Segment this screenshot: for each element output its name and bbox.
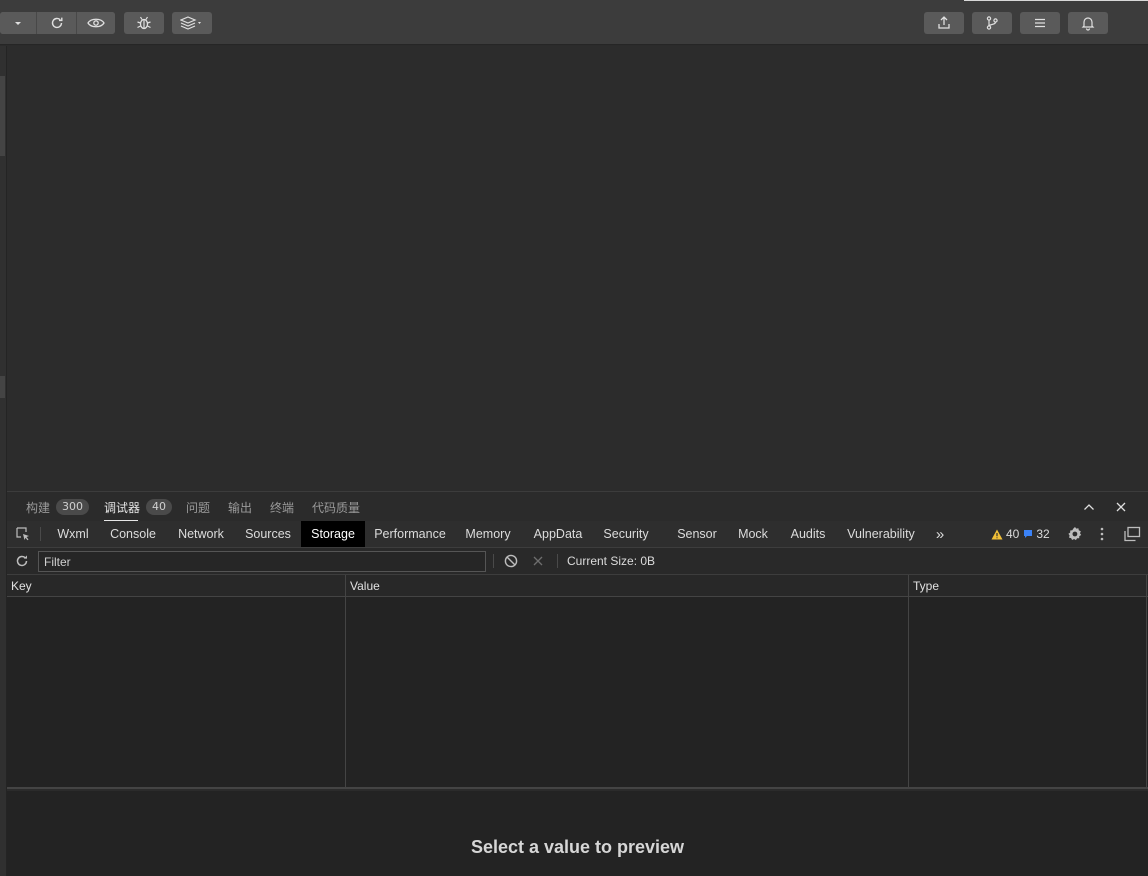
notification-button[interactable] <box>1068 12 1108 34</box>
refresh-storage-button[interactable] <box>14 553 30 569</box>
collapse-panel-button[interactable] <box>1081 499 1097 515</box>
mode-dropdown-button[interactable] <box>0 12 37 34</box>
tab-console[interactable]: Console <box>102 521 164 547</box>
tab-sources[interactable]: Sources <box>238 521 298 547</box>
tab-problems[interactable]: 问题 <box>186 492 210 522</box>
menu-icon <box>1035 18 1045 28</box>
undock-window-icon <box>1124 526 1141 542</box>
message-icon <box>1024 530 1033 538</box>
tab-debugger[interactable]: 调试器 40 <box>104 492 173 522</box>
warning-count: 40 <box>1006 527 1020 541</box>
close-panel-button[interactable] <box>1113 499 1129 515</box>
preview-button[interactable] <box>77 12 115 34</box>
simulator-area <box>7 46 1148 491</box>
kebab-menu-icon <box>1100 527 1104 541</box>
message-count: 32 <box>1036 527 1050 541</box>
branch-icon <box>986 16 998 30</box>
left-rail <box>0 46 7 876</box>
column-value-header[interactable]: Value <box>346 575 380 597</box>
tab-vulnerability[interactable]: Vulnerability <box>841 521 921 547</box>
top-toolbar <box>0 0 1148 45</box>
value-preview-pane: Select a value to preview <box>7 791 1148 876</box>
more-options-button[interactable] <box>1095 521 1109 547</box>
tab-build-label: 构建 <box>26 500 51 515</box>
tab-code-quality[interactable]: 代码质量 <box>312 492 360 522</box>
devtools-tab-bar: Wxml Console Network Sources Storage Per… <box>7 521 1148 548</box>
tab-build[interactable]: 构建 300 <box>26 492 90 522</box>
debug-button[interactable] <box>124 12 164 34</box>
toolbar-accent-line <box>964 0 1148 1</box>
upload-icon <box>938 16 950 29</box>
storage-table: Key Value Type <box>7 575 1148 789</box>
preview-eye-icon <box>87 18 105 28</box>
close-icon <box>533 556 543 566</box>
tab-terminal[interactable]: 终端 <box>270 492 294 522</box>
refresh-icon <box>51 17 62 29</box>
bell-icon <box>1081 17 1095 31</box>
undock-button[interactable] <box>1121 521 1143 547</box>
tab-storage[interactable]: Storage <box>301 521 365 547</box>
tab-output[interactable]: 输出 <box>228 492 252 522</box>
toolbar-separator <box>40 527 41 541</box>
more-tabs-button[interactable]: » <box>929 521 951 547</box>
left-rail-handle[interactable] <box>0 76 5 156</box>
tab-output-label: 输出 <box>228 500 253 515</box>
column-key-header[interactable]: Key <box>7 575 32 597</box>
column-divider <box>1146 575 1147 789</box>
tab-problems-label: 问题 <box>186 500 211 515</box>
gear-icon <box>1068 527 1082 541</box>
debugger-count-badge: 40 <box>146 499 173 515</box>
close-icon <box>1116 502 1126 512</box>
toolbar-separator <box>493 554 494 568</box>
tab-appdata[interactable]: AppData <box>527 521 589 547</box>
chevron-up-icon <box>1084 504 1094 510</box>
tab-network[interactable]: Network <box>169 521 233 547</box>
simulator-button-group <box>0 12 115 34</box>
refresh-icon <box>16 555 28 567</box>
tab-mock[interactable]: Mock <box>731 521 775 547</box>
table-header: Key Value Type <box>7 575 1148 597</box>
preview-placeholder-text: Select a value to preview <box>470 837 685 857</box>
tab-audits[interactable]: Audits <box>783 521 833 547</box>
bottom-panel-tabs: 构建 300 调试器 40 问题 输出 终端 代码质量 <box>7 491 1148 522</box>
tab-code-quality-label: 代码质量 <box>312 500 361 515</box>
bug-icon <box>137 16 151 30</box>
clear-all-button[interactable] <box>504 554 518 568</box>
warning-icon <box>991 529 1003 539</box>
toolbar-separator <box>557 554 558 568</box>
column-divider[interactable] <box>345 575 346 789</box>
storage-toolbar: Current Size: 0B <box>7 548 1148 575</box>
delete-selected-button[interactable] <box>532 555 544 567</box>
upload-button[interactable] <box>924 12 964 34</box>
block-clear-icon <box>504 554 518 568</box>
version-branch-button[interactable] <box>972 12 1012 34</box>
tab-terminal-label: 终端 <box>270 500 295 515</box>
build-count-badge: 300 <box>56 499 90 515</box>
settings-button[interactable] <box>1065 521 1085 547</box>
column-divider[interactable] <box>908 575 909 789</box>
tab-debugger-label: 调试器 <box>104 500 141 515</box>
tab-performance[interactable]: Performance <box>369 521 451 547</box>
tab-sensor[interactable]: Sensor <box>671 521 723 547</box>
issue-counts[interactable]: 40 32 <box>991 521 1050 547</box>
column-type-header[interactable]: Type <box>909 575 939 597</box>
dropdown-arrow-icon <box>15 22 21 25</box>
tab-security[interactable]: Security <box>597 521 655 547</box>
tab-wxml[interactable]: Wxml <box>48 521 98 547</box>
left-rail-handle[interactable] <box>0 376 5 398</box>
current-size-label: Current Size: 0B <box>567 554 656 568</box>
layers-icon <box>180 16 201 30</box>
refresh-button[interactable] <box>37 12 77 34</box>
menu-button[interactable] <box>1020 12 1060 34</box>
inspect-element-button[interactable] <box>13 521 33 547</box>
inspect-cursor-icon <box>16 527 29 541</box>
tab-memory[interactable]: Memory <box>458 521 518 547</box>
layers-button[interactable] <box>172 12 212 34</box>
filter-input[interactable] <box>38 551 486 572</box>
